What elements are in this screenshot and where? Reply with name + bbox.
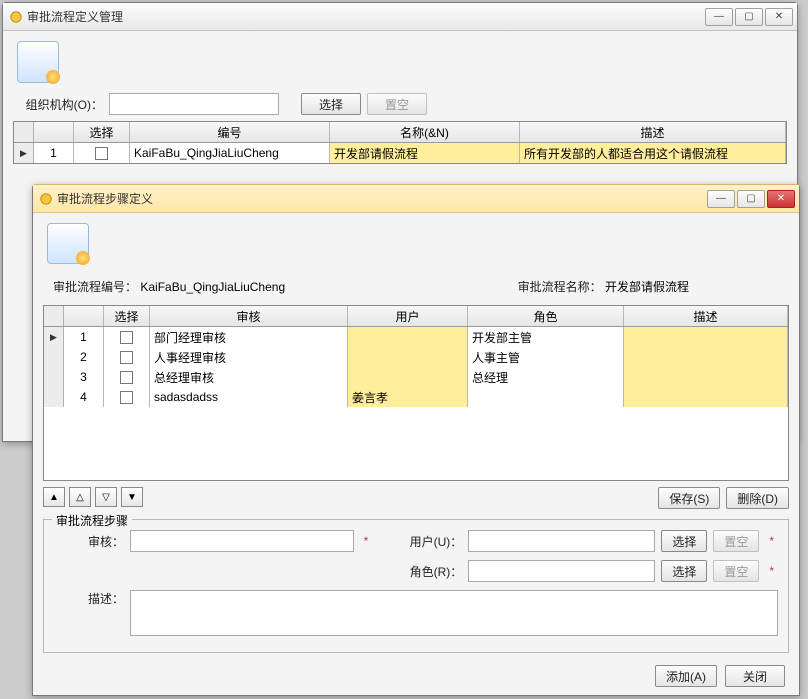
role-label: 角色(R)：: [392, 563, 462, 580]
cell-user[interactable]: [348, 347, 468, 367]
org-label: 组织机构(O)：: [13, 96, 103, 113]
role-input[interactable]: [468, 560, 655, 582]
desc-input[interactable]: [130, 590, 778, 636]
cell-user[interactable]: [348, 367, 468, 387]
name-label: 审批流程名称：: [518, 280, 602, 294]
table-row[interactable]: 3总经理审核总经理: [44, 367, 788, 387]
row-marker: [44, 347, 64, 367]
titlebar[interactable]: 审批流程步骤定义 — ▢ ✕: [33, 185, 799, 213]
col-role[interactable]: 角色: [468, 306, 624, 326]
cell-audit[interactable]: 部门经理审核: [150, 327, 348, 347]
save-button[interactable]: 保存(S): [658, 487, 720, 509]
required-mark: *: [364, 534, 369, 548]
row-marker: [14, 143, 34, 163]
move-up-button[interactable]: △: [69, 487, 91, 507]
reorder-buttons: ▲ △ ▽ ▼: [43, 487, 143, 507]
cell-audit[interactable]: 总经理审核: [150, 367, 348, 387]
cell-desc[interactable]: [624, 347, 788, 367]
move-down-button[interactable]: ▽: [95, 487, 117, 507]
move-bottom-button[interactable]: ▼: [121, 487, 143, 507]
minimize-button[interactable]: —: [705, 8, 733, 26]
window-title: 审批流程定义管理: [27, 8, 701, 25]
code-label: 审批流程编号：: [53, 280, 137, 294]
app-icon: [9, 10, 23, 24]
col-code[interactable]: 编号: [130, 122, 330, 142]
org-select-button[interactable]: 选择: [301, 93, 361, 115]
steps-grid[interactable]: 选择 审核 用户 角色 描述 1部门经理审核开发部主管2人事经理审核人事主管3总…: [43, 305, 789, 481]
col-select[interactable]: 选择: [104, 306, 150, 326]
col-desc[interactable]: 描述: [624, 306, 788, 326]
cell-audit[interactable]: sadasdadss: [150, 387, 348, 407]
required-mark: *: [769, 564, 774, 578]
col-user[interactable]: 用户: [348, 306, 468, 326]
cell-desc[interactable]: [624, 327, 788, 347]
cell-desc[interactable]: [624, 367, 788, 387]
cell-desc[interactable]: [624, 387, 788, 407]
step-form-group: 审批流程步骤 审核： * 用户(U)： 选择 置空 *: [43, 519, 789, 653]
row-marker: [44, 367, 64, 387]
name-value: 开发部请假流程: [605, 280, 689, 294]
role-select-button[interactable]: 选择: [661, 560, 707, 582]
delete-button[interactable]: 删除(D): [726, 487, 789, 509]
row-checkbox[interactable]: [120, 351, 133, 364]
desc-label: 描述：: [54, 590, 124, 607]
user-label: 用户(U)：: [392, 533, 462, 550]
move-top-button[interactable]: ▲: [43, 487, 65, 507]
close-button[interactable]: ✕: [767, 190, 795, 208]
org-clear-button[interactable]: 置空: [367, 93, 427, 115]
col-name[interactable]: 名称(&N): [330, 122, 520, 142]
user-select-button[interactable]: 选择: [661, 530, 707, 552]
close-dialog-button[interactable]: 关闭: [725, 665, 785, 687]
maximize-button[interactable]: ▢: [735, 8, 763, 26]
app-icon: [39, 192, 53, 206]
add-button[interactable]: 添加(A): [655, 665, 717, 687]
row-marker: [44, 327, 64, 347]
row-checkbox[interactable]: [120, 391, 133, 404]
cell-role[interactable]: 总经理: [468, 367, 624, 387]
close-button[interactable]: ✕: [765, 8, 793, 26]
cell-code[interactable]: KaiFaBu_QingJiaLiuCheng: [130, 143, 330, 163]
role-clear-button[interactable]: 置空: [713, 560, 759, 582]
cell-user[interactable]: 姜言孝: [348, 387, 468, 407]
cell-role[interactable]: 人事主管: [468, 347, 624, 367]
window-workflow-steps: 审批流程步骤定义 — ▢ ✕ 审批流程编号： KaiFaBu_QingJiaLi…: [32, 184, 800, 696]
row-marker: [44, 387, 64, 407]
table-row[interactable]: 2人事经理审核人事主管: [44, 347, 788, 367]
col-desc[interactable]: 描述: [520, 122, 786, 142]
audit-label: 审核：: [54, 533, 124, 550]
col-select[interactable]: 选择: [74, 122, 130, 142]
user-clear-button[interactable]: 置空: [713, 530, 759, 552]
cell-role[interactable]: [468, 387, 624, 407]
group-title: 审批流程步骤: [52, 512, 132, 529]
user-input[interactable]: [468, 530, 655, 552]
row-checkbox[interactable]: [95, 147, 108, 160]
code-value: KaiFaBu_QingJiaLiuCheng: [140, 280, 285, 294]
cell-role[interactable]: 开发部主管: [468, 327, 624, 347]
workflow-grid[interactable]: 选择 编号 名称(&N) 描述 1 KaiFaBu_QingJiaLiuChen…: [13, 121, 787, 164]
table-row[interactable]: 1部门经理审核开发部主管: [44, 327, 788, 347]
window-title: 审批流程步骤定义: [57, 190, 703, 207]
row-checkbox[interactable]: [120, 331, 133, 344]
cell-audit[interactable]: 人事经理审核: [150, 347, 348, 367]
minimize-button[interactable]: —: [707, 190, 735, 208]
titlebar[interactable]: 审批流程定义管理 — ▢ ✕: [3, 3, 797, 31]
table-row[interactable]: 1 KaiFaBu_QingJiaLiuCheng 开发部请假流程 所有开发部的…: [14, 143, 786, 163]
org-input[interactable]: [109, 93, 279, 115]
table-row[interactable]: 4sadasdadss姜言孝: [44, 387, 788, 407]
cell-desc[interactable]: 所有开发部的人都适合用这个请假流程: [520, 143, 786, 163]
required-mark: *: [769, 534, 774, 548]
row-checkbox[interactable]: [120, 371, 133, 384]
module-icon: [47, 223, 89, 264]
audit-input[interactable]: [130, 530, 354, 552]
module-icon: [17, 41, 59, 83]
cell-user[interactable]: [348, 327, 468, 347]
col-audit[interactable]: 审核: [150, 306, 348, 326]
cell-name[interactable]: 开发部请假流程: [330, 143, 520, 163]
maximize-button[interactable]: ▢: [737, 190, 765, 208]
